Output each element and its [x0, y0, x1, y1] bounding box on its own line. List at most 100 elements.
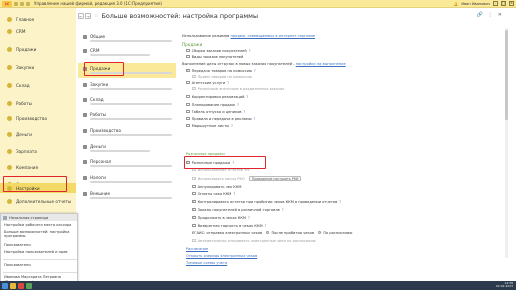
group-retail-title[interactable]: Розничные продажи [186, 152, 225, 156]
group-sales-title[interactable]: Продажи [182, 42, 202, 47]
close-window-icon[interactable]: × [509, 1, 514, 6]
sidebar-item-production[interactable]: Производство [0, 113, 76, 123]
customer-orders-checkbox[interactable]: ✓ [192, 207, 196, 212]
sidebar-item-salary[interactable]: Зарплата [0, 146, 76, 156]
help-icon[interactable]: ? [248, 216, 250, 220]
help-icon[interactable]: ? [244, 110, 246, 114]
receipts2-checkbox[interactable] [192, 191, 196, 196]
help-icon[interactable]: ? [227, 81, 229, 85]
open-window-item[interactable]: Настройки пользователей и прав [4, 250, 76, 254]
bell-icon[interactable]: 🔔 [454, 2, 458, 6]
retail-checkbox[interactable]: ✓ [186, 160, 190, 165]
agent-services-checkbox[interactable] [186, 80, 190, 85]
receipts-checkbox[interactable] [192, 184, 196, 189]
help-icon[interactable]: ? [233, 192, 235, 196]
close-shift-checkbox[interactable]: ✓ [192, 199, 196, 204]
help-icon[interactable]: ? [232, 161, 234, 165]
help-icon[interactable]: ? [231, 124, 233, 128]
agent-services-sub-checkbox[interactable] [192, 86, 196, 91]
sidebar-item-sales[interactable]: Продажи [0, 44, 76, 54]
history-icon[interactable] [26, 1, 30, 6]
section-sales[interactable]: Продажи [78, 63, 176, 78]
app-logo[interactable]: 1C [2, 0, 12, 7]
receipts-queue-link[interactable]: Открыть очередь электронных чеков [186, 254, 257, 258]
section-warehouse[interactable]: Склад [78, 97, 176, 105]
sidebar-item-warehouse[interactable]: Склад [0, 80, 76, 90]
schedule-link[interactable]: Расписание [186, 247, 208, 251]
home-icon[interactable] [20, 1, 24, 6]
help-icon[interactable]: ? [265, 224, 267, 228]
correct-sales-checkbox[interactable] [186, 94, 190, 99]
crm-icon [7, 28, 12, 34]
close-icon[interactable]: ✕ [498, 12, 502, 18]
help-icon[interactable]: ? [254, 69, 256, 73]
menu-icon[interactable] [14, 1, 18, 6]
route-list-checkbox[interactable] [186, 123, 190, 128]
section-description [90, 72, 172, 74]
link-icon[interactable]: 🔗 [477, 12, 483, 18]
more-icon[interactable]: ⋮ [488, 12, 493, 18]
sidebar-item-works[interactable]: Работы [0, 98, 76, 108]
price-types-checkbox[interactable] [186, 102, 190, 107]
help-icon[interactable]: ? [282, 208, 284, 212]
transfer-goods-sub-checkbox[interactable] [192, 74, 196, 79]
price-lists-checkbox[interactable] [186, 109, 190, 114]
section-external[interactable]: Внешние [78, 191, 176, 199]
sidebar-item-company[interactable]: Компания [0, 162, 76, 172]
retail-sub-checkbox[interactable] [192, 167, 196, 172]
sidebar-item-money[interactable]: Деньги [0, 129, 76, 139]
section-staff[interactable]: Персонал [78, 159, 176, 167]
fiscal-settings-button[interactable]: Проведение настроить РКИ [248, 176, 302, 181]
help-icon[interactable]: ? [254, 117, 256, 121]
close-shift-label: Контролировать остатки при пробитии чеко… [197, 199, 338, 204]
sidebar-item-settings[interactable]: Настройки [0, 183, 76, 193]
help-icon[interactable]: ? [339, 200, 341, 204]
return-goods-checkbox[interactable] [192, 223, 196, 228]
sidebar-item-crm[interactable]: CRM [0, 26, 76, 36]
user-name[interactable]: Иван Иванович [461, 2, 490, 6]
current-user-name[interactable]: Иванова Маргарита Петровна [4, 275, 76, 279]
transfer-goods-checkbox[interactable]: ✓ [186, 68, 190, 73]
start-icon[interactable] [2, 282, 8, 289]
section-crm[interactable]: CRM [78, 48, 176, 56]
home-icon[interactable] [3, 215, 7, 220]
shipment-stages-link[interactable]: настройки на выполнение [296, 62, 346, 66]
scrollbar-thumb[interactable] [505, 30, 508, 120]
accounting-schemes-link[interactable]: Типовые схемы учета [186, 261, 227, 265]
egais-schedule-radio[interactable] [317, 230, 322, 235]
back-button[interactable]: ← [78, 13, 84, 19]
collect-orders-checkbox[interactable] [186, 48, 190, 53]
open-window-item[interactable]: Больше возможностей: настройка программы [4, 230, 76, 238]
app-1c-icon[interactable] [18, 282, 24, 289]
sidebar-item-main[interactable]: Главное [0, 14, 76, 24]
fiscal-checkbox[interactable] [192, 176, 196, 181]
section-general[interactable]: Общие [78, 34, 176, 42]
egais-after-check-radio[interactable] [266, 230, 270, 235]
sidebar-item-extra-reports[interactable]: Дополнительные отчеты [0, 196, 76, 206]
section-money[interactable]: Деньги [78, 144, 176, 152]
maximize-icon[interactable]: □ [501, 1, 506, 6]
section-taxes[interactable]: Налоги [78, 175, 176, 183]
help-icon[interactable]: ? [249, 49, 251, 53]
open-window-item[interactable]: Настройки рабочего места кассира [4, 223, 76, 227]
favorite-star-icon[interactable]: ☆ [94, 13, 98, 19]
open-window-item[interactable]: Пользователи [4, 263, 76, 267]
trade-points-checkbox[interactable] [186, 116, 190, 121]
section-production[interactable]: Производство [78, 128, 176, 136]
intro-link[interactable]: продаж, совмещаемых в интернет-торговле [230, 34, 315, 38]
browser-icon[interactable] [26, 282, 32, 289]
forward-button[interactable]: → [85, 13, 91, 19]
open-window-item[interactable]: Пользователи [4, 243, 76, 247]
help-icon[interactable]: ? [247, 95, 249, 99]
section-purchases[interactable]: Закупки [78, 82, 176, 90]
section-works[interactable]: Работы [78, 112, 176, 120]
sidebar-item-purchases[interactable]: Закупки [0, 62, 76, 72]
content-scrollbar[interactable] [505, 28, 508, 258]
explorer-icon[interactable] [10, 282, 16, 289]
order-forms-checkbox[interactable] [186, 54, 190, 59]
help-icon[interactable]: ? [237, 103, 239, 107]
egais-auto-checkbox[interactable] [192, 238, 196, 243]
sell-in-check-checkbox[interactable]: ✓ [192, 215, 196, 220]
panel-title[interactable]: Начальная страница [9, 216, 48, 220]
minimize-icon[interactable]: – [493, 1, 498, 6]
